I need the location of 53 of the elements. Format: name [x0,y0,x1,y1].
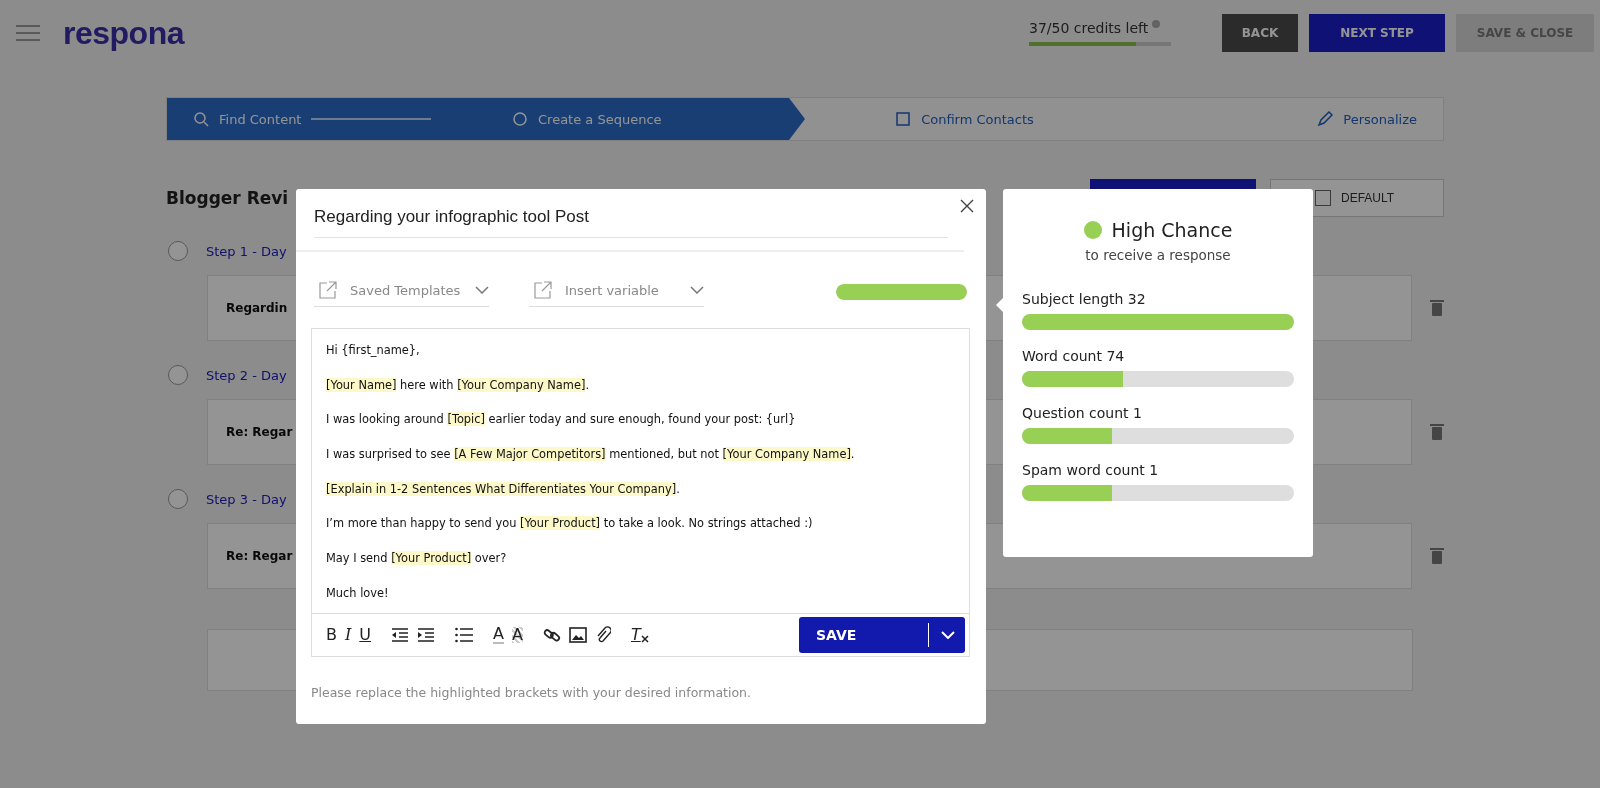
underline-button[interactable]: U [359,626,372,643]
list-icon[interactable] [455,626,474,643]
metric-label: Subject length 32 [1022,291,1146,307]
header-button[interactable]: BACK [1222,14,1298,52]
step-label: Step 3 - Day [206,491,287,507]
search-icon [193,111,209,127]
subject-field[interactable]: Regarding your infographic tool Post [314,207,948,238]
email-body-field[interactable]: Hi {first_name}, [Your Name] here with [Your Company Name]. I was looking around [Topic] earlier today and sure enough, found your post: {url} I was surprised to see [A Few Major Competitors] mentioned, but not [Your Company Name]. [Explain in 1-2 Sentences What Differentiates Your Company]. I’m more than happy to send you [Your Product] to take a look. No strings attached :) May I send [Your Product] over? Much love! [312,329,969,613]
chevron-down-icon [475,286,489,294]
save-button[interactable]: SAVE [799,616,965,653]
hint-text: Please replace the highlighted brackets with your desired information. [311,684,752,700]
chevron-down-icon[interactable] [941,630,955,639]
step-label: Step 2 - Day [206,367,287,383]
dropdown[interactable]: Saved Templates [314,276,489,307]
edit-icon [1317,111,1334,127]
step-checkbox[interactable] [168,489,188,509]
chance-subtitle: to receive a response [1084,247,1232,263]
stepper-step[interactable]: Confirm Contacts [805,98,1124,140]
external-link-icon [318,280,338,300]
chevron-down-icon [690,286,704,294]
info-icon [1152,20,1161,28]
image-icon[interactable] [568,626,587,643]
cross-icon [640,634,649,643]
external-link-icon [533,280,553,300]
metric-label: Spam word count 1 [1022,462,1159,478]
step-label: Step 1 - Day [206,243,287,259]
paperclip-icon[interactable] [594,625,611,644]
highlight-button[interactable]: A [512,626,523,643]
stepper-step[interactable]: Create a Sequence [486,98,805,140]
stepper-step[interactable]: Find Content [167,98,486,140]
outdent-icon[interactable] [391,626,410,643]
bold-button[interactable]: B [326,626,337,643]
dropdown[interactable]: Insert variable [529,276,704,307]
stepper-step[interactable]: Personalize [1124,98,1443,140]
trash-icon[interactable] [1430,299,1444,317]
logo[interactable]: respona [63,14,184,52]
clear-format-button[interactable]: T [630,626,649,643]
chance-title: High Chance [1111,219,1233,241]
trash-icon[interactable] [1430,423,1444,441]
text-color-button[interactable]: A [493,625,504,644]
step-checkbox[interactable] [168,241,188,261]
indent-icon[interactable] [417,626,436,643]
metric-label: Word count 74 [1022,348,1125,364]
sequence-title: Blogger Revi [166,188,290,208]
header-button[interactable]: NEXT STEP [1309,14,1445,52]
trash-icon[interactable] [1430,547,1444,565]
credits-text: 37/50 credits left [1029,20,1149,36]
italic-button[interactable]: I [345,626,352,643]
metric-label: Question count 1 [1022,405,1142,421]
contacts-icon [895,111,912,127]
close-icon[interactable] [960,199,974,213]
step-checkbox[interactable] [168,365,188,385]
cycle-icon [512,111,528,127]
